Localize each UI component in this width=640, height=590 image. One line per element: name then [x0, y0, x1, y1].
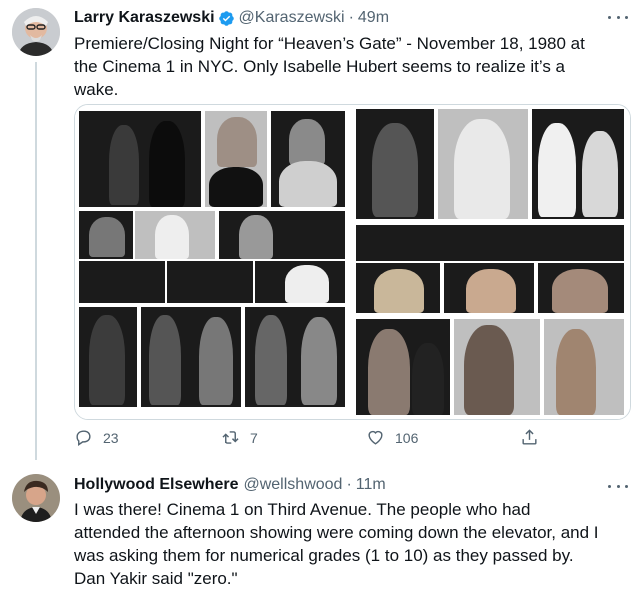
retweet-icon: [222, 431, 239, 444]
photo-thumbnail: [79, 211, 133, 259]
like-button[interactable]: 106: [366, 428, 418, 447]
separator-dot: ·: [348, 9, 354, 26]
avatar-photo: [12, 8, 60, 56]
contact-sheet-image-right[interactable]: [354, 105, 630, 419]
author-name[interactable]: Larry Karaszewski: [74, 9, 215, 27]
author-handle[interactable]: @Karaszewski: [239, 9, 345, 27]
tweet-header: Larry Karaszewski @Karaszewski · 49m: [74, 9, 389, 27]
photo-thumbnail: [438, 109, 528, 219]
tweet-text-line: attended the afternoon showing were comi…: [74, 523, 599, 542]
author-name[interactable]: Hollywood Elsewhere: [74, 476, 238, 494]
avatar[interactable]: [12, 8, 60, 56]
reply-icon: [76, 430, 91, 446]
verified-badge-icon: [218, 10, 234, 26]
photo-thumbnail: [205, 111, 267, 207]
photo-thumbnail: [255, 261, 345, 303]
timestamp[interactable]: 49m: [358, 9, 389, 27]
tweet-text: Premiere/Closing Night for “Heaven’s Gat…: [74, 32, 628, 101]
tweet-header: Hollywood Elsewhere @wellshwood · 11m: [74, 476, 386, 494]
retweet-button[interactable]: 7: [221, 428, 258, 447]
tweet-text-line: the Cinema 1 in NYC. Only Isabelle Huber…: [74, 57, 566, 76]
timestamp[interactable]: 11m: [356, 476, 386, 494]
tweet-hollywood-elsewhere[interactable]: Hollywood Elsewhere @wellshwood · 11m I …: [0, 460, 640, 590]
photo-thumbnail: [135, 211, 215, 259]
photo-thumbnail: [245, 307, 345, 407]
tweet-text-line: wake.: [74, 80, 119, 99]
photo-thumbnail: [141, 307, 241, 407]
photo-thumbnail: [532, 109, 624, 219]
reply-button[interactable]: 23: [74, 428, 119, 447]
contact-sheet-image-left[interactable]: [75, 105, 351, 419]
photo-thumbnail: [167, 261, 253, 303]
avatar-photo: [12, 474, 60, 522]
retweet-count: 7: [250, 429, 258, 446]
photo-thumbnail: [79, 111, 201, 207]
photo-collage[interactable]: [74, 104, 631, 420]
photo-thumbnail: [356, 225, 624, 261]
tweet-text: I was there! Cinema 1 on Third Avenue. T…: [74, 498, 628, 590]
share-icon: [522, 429, 537, 445]
tweet-text-line: Premiere/Closing Night for “Heaven’s Gat…: [74, 34, 585, 53]
photo-thumbnail: [79, 307, 137, 407]
photo-thumbnail: [219, 211, 345, 259]
author-handle[interactable]: @wellshwood: [243, 476, 342, 494]
photo-thumbnail: [356, 319, 450, 415]
like-count: 106: [395, 429, 419, 446]
more-options-icon[interactable]: [608, 9, 628, 25]
avatar[interactable]: [12, 474, 60, 522]
thread-line: [35, 62, 37, 460]
photo-thumbnail: [538, 263, 624, 313]
more-options-icon[interactable]: [608, 478, 628, 494]
photo-thumbnail: [356, 109, 434, 219]
photo-thumbnail: [356, 263, 440, 313]
share-button[interactable]: [520, 428, 549, 447]
tweet-actions: 23 7 106: [74, 428, 554, 452]
reply-count: 23: [103, 429, 119, 446]
separator-dot: ·: [346, 476, 352, 493]
tweet-larry-karaszewski[interactable]: Larry Karaszewski @Karaszewski · 49m Pre…: [0, 0, 640, 460]
photo-thumbnail: [454, 319, 540, 415]
photo-thumbnail: [544, 319, 624, 415]
tweet-text-line: I was there! Cinema 1 on Third Avenue. T…: [74, 500, 531, 519]
heart-icon: [368, 430, 383, 445]
photo-thumbnail: [444, 263, 534, 313]
photo-thumbnail: [271, 111, 345, 207]
tweet-text-line: was asking them for numerical grades (1 …: [74, 546, 574, 565]
photo-thumbnail: [79, 261, 165, 303]
